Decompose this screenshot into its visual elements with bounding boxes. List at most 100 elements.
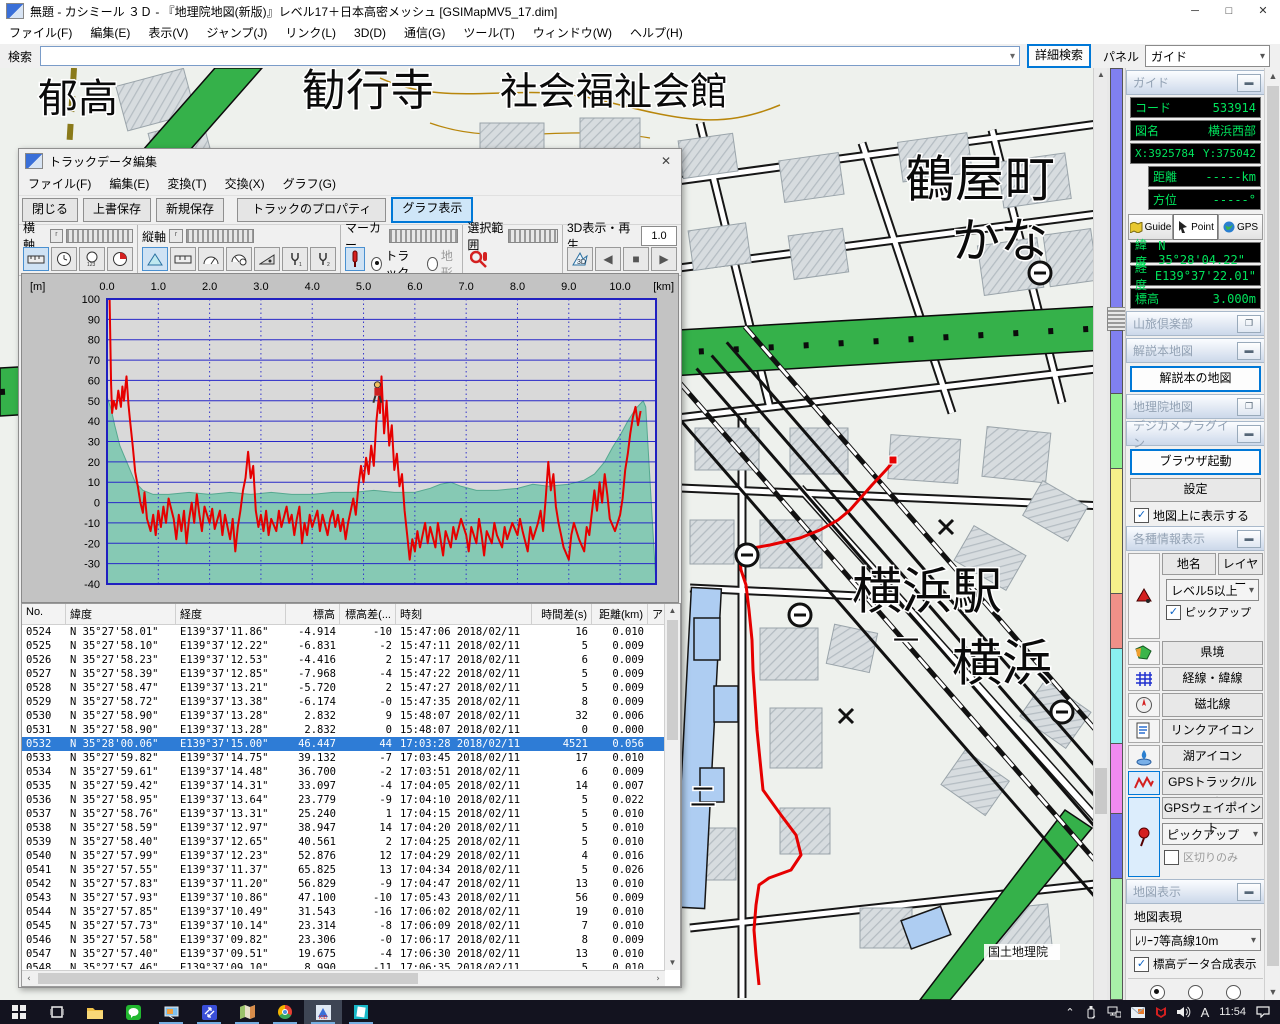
time-pie-icon[interactable] [107,247,133,271]
table-row[interactable]: 0542N 35°27'57.83"E139°37'11.20"56.829-9… [22,877,680,891]
strip-seg-blue[interactable] [1110,68,1123,308]
track-editor-title-bar[interactable]: トラックデータ編集 ✕ [19,149,681,173]
mapdisp-section-header[interactable]: 地図表示 ▬ [1126,879,1265,904]
scroll-up-arrow[interactable]: ▲ [1094,68,1108,82]
table-row[interactable]: 0538N 35°27'58.59"E139°37'12.97"38.94714… [22,821,680,835]
table-row[interactable]: 0532N 35°28'00.06"E139°37'15.00"46.44744… [22,737,680,751]
lake-icon[interactable] [1128,745,1160,769]
kugiri-checkbox[interactable]: 区切りのみ [1164,849,1263,865]
column-header-3[interactable]: 標高 [286,604,340,624]
column-header-7[interactable]: 距離(km) [592,604,648,624]
graph-display-button[interactable]: グラフ表示 [391,197,473,223]
magnetic-north-icon[interactable] [1128,693,1160,717]
table-row[interactable]: 0547N 35°27'57.40"E139°37'09.51"19.675-4… [22,947,680,961]
column-header-5[interactable]: 時刻 [396,604,532,624]
table-row[interactable]: 0545N 35°27'57.73"E139°37'10.14"23.314-8… [22,919,680,933]
playback-speed-input[interactable] [641,226,677,246]
track-menu-item-2[interactable]: 変換(T) [158,173,215,195]
save-as-new-button[interactable]: 新規保存 [156,198,224,222]
stop-icon[interactable]: ■ [623,247,649,271]
clock-icon[interactable] [51,247,77,271]
vaxis-mini-button[interactable]: r [169,229,183,243]
marker-slider[interactable] [389,229,458,243]
strip-seg-green[interactable] [1110,393,1123,470]
marker-pin-icon[interactable] [345,247,365,271]
light-dir-n[interactable] [1188,985,1203,1000]
table-row[interactable]: 0540N 35°27'57.99"E139°37'12.23"52.87612… [22,849,680,863]
menu-item-4[interactable]: リンク(L) [276,22,345,44]
tab-point[interactable]: Point [1173,214,1218,240]
browser-launch-button[interactable]: ブラウザ起動 [1130,449,1261,475]
photos-app-button[interactable] [152,1000,190,1024]
elevation-icon[interactable] [142,247,168,271]
kaisetsu-section-header[interactable]: 解説本地図 ▬ [1126,338,1265,363]
table-row[interactable]: 0524N 35°27'58.01"E139°37'11.86"-4.914-1… [22,625,680,639]
task-view-button[interactable] [38,1000,76,1024]
search-dropdown-arrow[interactable]: ▾ [1010,51,1019,62]
scroll-left-arrow[interactable]: ‹ [22,974,36,984]
chrome-button[interactable] [266,1000,304,1024]
menu-item-9[interactable]: ヘルプ(H) [621,22,692,44]
scroll-down-arrow[interactable]: ▼ [665,956,680,970]
play-forward-icon[interactable]: ▶ [651,247,677,271]
menu-item-8[interactable]: ウィンドウ(W) [524,22,621,44]
table-header[interactable]: No.緯度経度標高標高差(...時刻時間差(s)距離(km)ア [22,604,680,625]
menu-item-2[interactable]: 表示(V) [139,22,197,44]
table-row[interactable]: 0543N 35°27'57.93"E139°37'10.86"47.100-1… [22,891,680,905]
column-header-1[interactable]: 緯度 [66,604,176,624]
pickup-checkbox[interactable]: ✓ピックアップ [1166,604,1263,620]
placename-button[interactable]: 地名 [1162,553,1216,575]
distance-ruler-icon[interactable] [170,247,196,271]
map-vertical-scrollbar[interactable]: ▲ [1093,68,1108,1000]
yamatabi-section-header[interactable]: 山旅倶楽部 ❐ [1126,311,1265,336]
action-center-icon[interactable] [1256,1006,1270,1018]
table-hscroll-thumb[interactable] [38,973,418,984]
table-row[interactable]: 0531N 35°27'58.90"E139°37'13.28"2.832015… [22,723,680,737]
elevation-composite-checkbox[interactable]: ✓標高データ合成表示 [1134,956,1261,972]
gps-track-icon[interactable] [1128,771,1160,795]
selection-slider[interactable] [508,229,558,243]
strip-grip-handle[interactable] [1107,307,1126,331]
collapse-icon[interactable]: ▬ [1237,425,1261,443]
table-row[interactable]: 0529N 35°27'58.72"E139°37'13.38"-6.174-0… [22,695,680,709]
sensor1-icon[interactable]: 1 [282,247,308,271]
scroll-right-arrow[interactable]: › [651,974,665,984]
track-menu-item-1[interactable]: 編集(E) [100,173,158,195]
ruler-icon[interactable] [23,247,49,271]
layer-button[interactable]: レイヤー [1218,553,1263,575]
link-icon[interactable] [1128,719,1160,743]
ime-mode-indicator[interactable]: A [1201,1005,1210,1020]
speed-gauge-icon[interactable] [198,247,224,271]
volume-icon[interactable] [1177,1006,1191,1018]
digicam-section-header[interactable]: デジカメプラグイン ▬ [1126,421,1265,446]
lake-icon-button[interactable]: 湖アイコン [1162,745,1263,769]
magnetic-north-button[interactable]: 磁北線 [1162,693,1263,717]
prefecture-border-button[interactable]: 県境 [1162,641,1263,665]
clock-number-icon[interactable]: 123 [79,247,105,271]
table-row[interactable]: 0530N 35°27'58.90"E139°37'13.28"2.832915… [22,709,680,723]
strip-seg-green2[interactable] [1110,878,1123,1000]
column-header-6[interactable]: 時間差(s) [532,604,592,624]
checkbox-checked-icon[interactable]: ✓ [1134,508,1149,523]
haxis-mini-button[interactable]: r [50,229,64,243]
advanced-search-button[interactable]: 詳細検索 [1027,44,1091,68]
strip-seg-cyan[interactable] [1110,648,1123,745]
menu-item-0[interactable]: ファイル(F) [0,22,81,44]
table-horizontal-scrollbar[interactable]: ‹ › [22,970,665,986]
column-header-4[interactable]: 標高差(... [340,604,396,624]
close-button[interactable]: ✕ [1246,1,1280,22]
table-vertical-scrollbar[interactable]: ▲ ▼ [664,604,680,970]
menu-item-1[interactable]: 編集(E) [81,22,139,44]
waypoint-select[interactable]: ピックアップ▾ [1162,823,1263,845]
gps-track-button[interactable]: GPSトラック/ルート [1162,771,1263,795]
table-row[interactable]: 0544N 35°27'57.85"E139°37'10.49"31.543-1… [22,905,680,919]
track-menu-item-4[interactable]: グラフ(G) [274,173,345,195]
table-row[interactable]: 0528N 35°27'58.47"E139°37'13.21"-5.72021… [22,681,680,695]
show-on-map-checkbox[interactable]: ✓ 地図上に表示する [1134,507,1261,524]
3d-view-icon[interactable]: 3D [567,247,593,271]
menu-item-6[interactable]: 通信(G) [395,22,454,44]
table-row[interactable]: 0527N 35°27'58.39"E139°37'12.85"-7.968-4… [22,667,680,681]
gps-waypoint-icon[interactable] [1128,797,1160,877]
mcafee-icon[interactable] [1155,1006,1167,1019]
table-body[interactable]: 0524N 35°27'58.01"E139°37'11.86"-4.914-1… [22,625,680,969]
